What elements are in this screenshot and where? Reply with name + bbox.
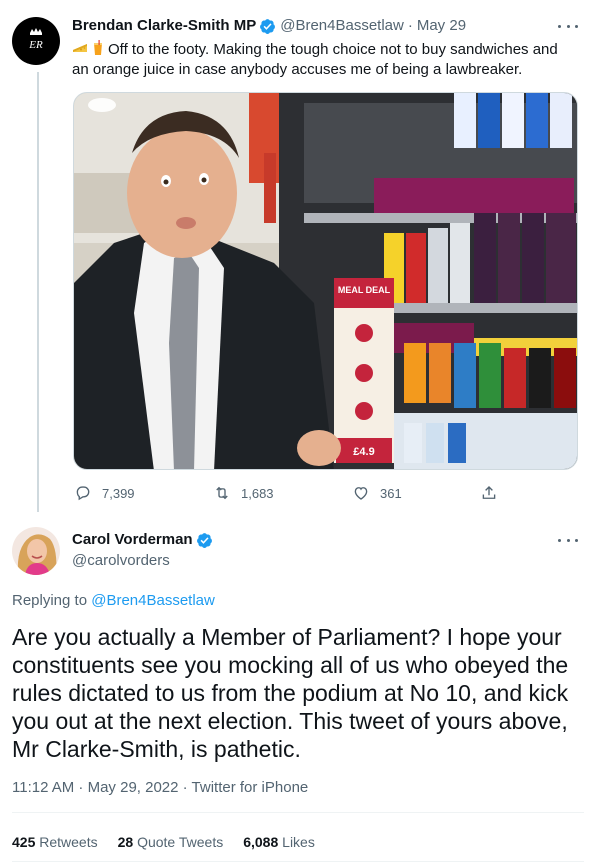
svg-text:ER: ER	[28, 39, 43, 51]
reply-author-name[interactable]: Carol Vorderman	[72, 530, 217, 550]
retweet-action[interactable]: 1,683	[213, 484, 274, 502]
like-icon	[354, 487, 368, 500]
avatar[interactable]	[12, 527, 60, 575]
replying-to-line: Replying to @Bren4Bassetlaw	[12, 591, 215, 611]
author-name[interactable]: Brendan Clarke-Smith MP	[72, 16, 256, 36]
tweet-photo[interactable]: MEAL DEAL £4.9	[73, 92, 578, 470]
more-options-icon[interactable]	[558, 532, 578, 548]
share-icon	[482, 486, 496, 499]
profile-photo	[12, 527, 60, 575]
cheese-wedge-icon	[73, 44, 87, 52]
reply-action[interactable]: 7,399	[74, 484, 135, 502]
tweet-meta[interactable]: 11:12 AM · May 29, 2022 · Twitter for iP…	[12, 778, 308, 798]
meal-deal-price: £4.9	[353, 446, 374, 458]
selfie-in-shop-image: MEAL DEAL £4.9	[74, 93, 577, 469]
retweets-stat[interactable]: 425 Retweets	[12, 832, 98, 852]
tweet-body: Off to the footy. Making the tough choic…	[72, 41, 558, 78]
tweet-text: Off to the footy. Making the tough choic…	[72, 40, 577, 80]
verified-badge-icon	[260, 18, 276, 34]
royal-cipher-icon: ER	[28, 28, 43, 51]
author-handle[interactable]: @Bren4Bassetlaw	[280, 16, 404, 36]
separator-dot: ·	[407, 17, 413, 34]
meal-deal-sign: MEAL DEAL	[338, 285, 391, 295]
more-options-icon[interactable]	[558, 18, 578, 34]
like-action[interactable]: 361	[352, 484, 402, 502]
divider	[12, 812, 584, 813]
replying-to-mention[interactable]: @Bren4Bassetlaw	[91, 592, 215, 609]
likes-stat[interactable]: 6,088 Likes	[243, 832, 315, 852]
juice-cup-icon	[94, 40, 102, 55]
like-count: 361	[380, 485, 402, 501]
avatar[interactable]: ER	[12, 17, 60, 65]
reply-tweet-text: Are you actually a Member of Parliament?…	[12, 624, 569, 762]
tweet-date[interactable]: May 29	[417, 16, 466, 36]
quote-tweets-stat[interactable]: 28 Quote Tweets	[118, 832, 224, 852]
reply-count: 7,399	[102, 485, 135, 501]
reply-icon	[76, 486, 90, 501]
verified-badge-icon	[196, 532, 212, 548]
retweet-count: 1,683	[241, 485, 274, 501]
reply-author-handle[interactable]: @carolvorders	[72, 551, 170, 571]
tweet-header: Brendan Clarke-Smith MP @Bren4Bassetlaw …	[72, 16, 466, 36]
tweet-stats: 425 Retweets 28 Quote Tweets 6,088 Likes	[12, 832, 335, 852]
tweet-actions: 7,399 1,683 361	[72, 484, 577, 504]
retweet-icon	[216, 486, 228, 500]
replying-prefix: Replying to	[12, 592, 88, 609]
share-action[interactable]	[480, 484, 508, 502]
thread-connector-line	[37, 72, 39, 512]
